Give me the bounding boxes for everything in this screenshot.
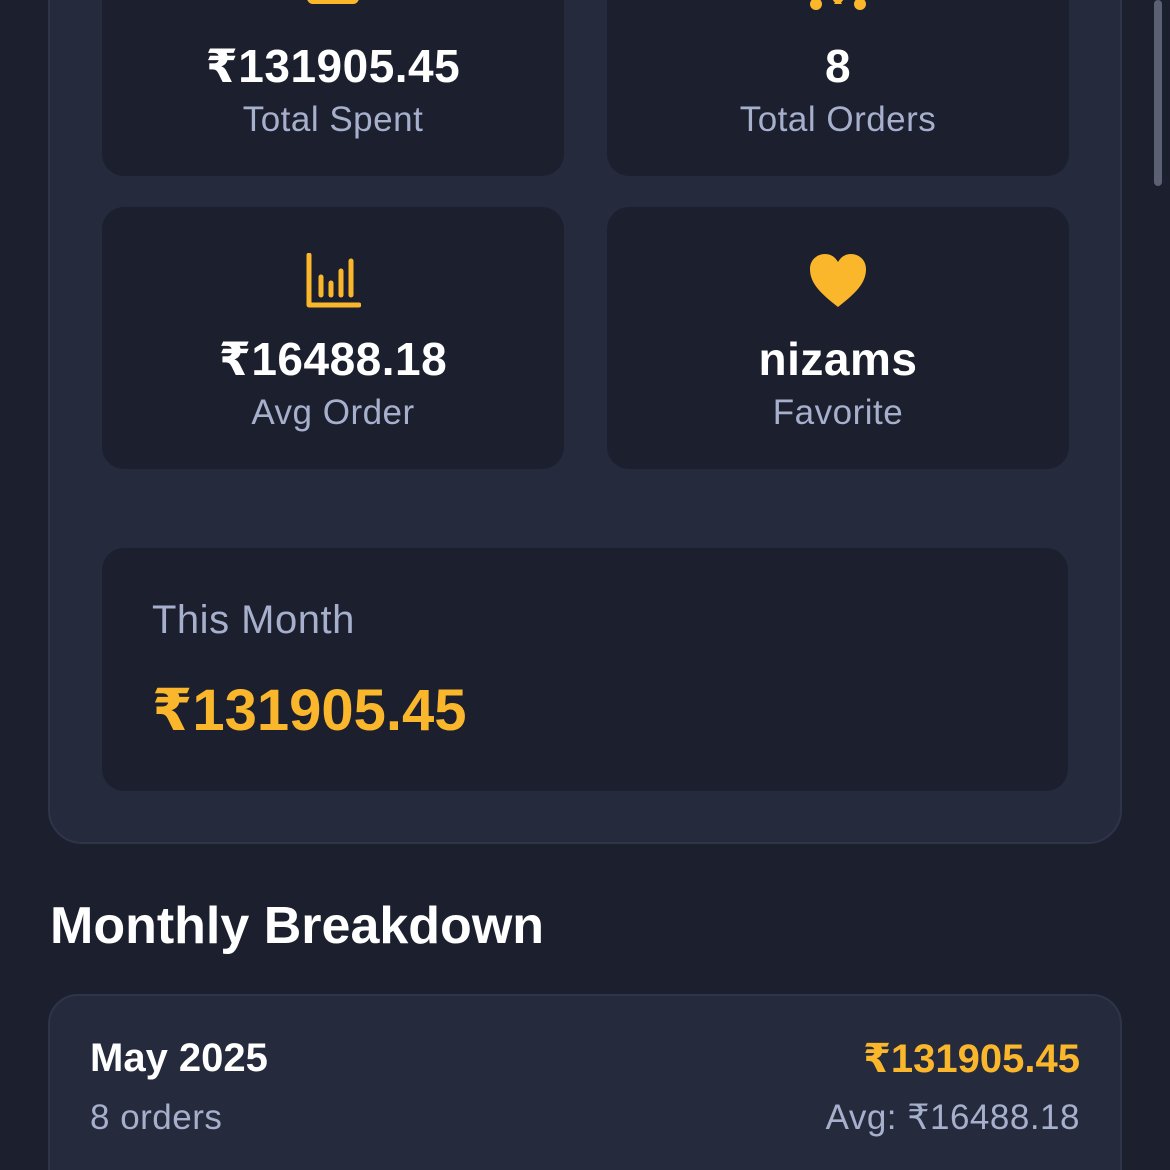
scrollbar[interactable] xyxy=(1154,0,1162,186)
stat-tile-avg-order: ₹16488.18 Avg Order xyxy=(102,207,564,469)
stat-tile-favorite: nizams Favorite xyxy=(607,207,1069,469)
favorite-label: Favorite xyxy=(772,393,904,432)
stat-tile-total-spent: ₹131905.45 Total Spent xyxy=(102,0,564,176)
breakdown-avg: Avg: ₹16488.18 xyxy=(825,1098,1080,1137)
heart-icon xyxy=(607,253,1069,309)
wallet-icon xyxy=(102,0,564,14)
total-orders-value: 8 xyxy=(824,40,852,92)
total-spent-value: ₹131905.45 xyxy=(205,40,461,92)
spending-summary-page: ₹131905.45 Total Spent 8 Total Orders ₹1… xyxy=(0,0,1170,1170)
breakdown-orders: 8 orders xyxy=(90,1098,223,1137)
this-month-label: This Month xyxy=(152,598,355,642)
total-orders-label: Total Orders xyxy=(739,100,937,139)
breakdown-total: ₹131905.45 xyxy=(863,1037,1080,1081)
monthly-breakdown-title: Monthly Breakdown xyxy=(50,897,545,955)
breakdown-month: May 2025 xyxy=(90,1036,268,1080)
avg-order-label: Avg Order xyxy=(251,393,415,432)
utensils-icon xyxy=(607,0,1069,18)
stat-tile-total-orders: 8 Total Orders xyxy=(607,0,1069,176)
avg-order-value: ₹16488.18 xyxy=(218,333,448,385)
favorite-value: nizams xyxy=(758,333,918,385)
bar-chart-icon xyxy=(102,253,564,309)
monthly-breakdown-item[interactable]: May 2025 8 orders ₹131905.45 Avg: ₹16488… xyxy=(48,994,1122,1170)
total-spent-label: Total Spent xyxy=(242,100,424,139)
this-month-tile: This Month ₹131905.45 xyxy=(102,548,1068,791)
this-month-value: ₹131905.45 xyxy=(152,678,467,743)
